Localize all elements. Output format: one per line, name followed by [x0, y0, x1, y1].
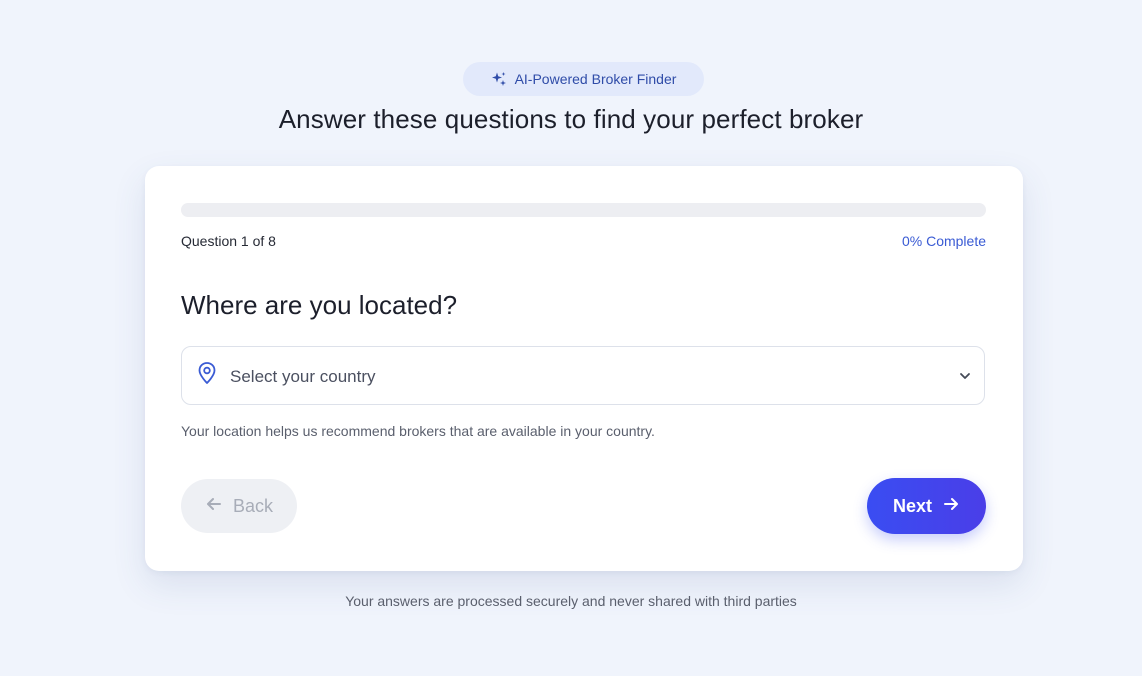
sparkles-icon — [491, 71, 507, 87]
arrow-left-icon — [205, 495, 223, 518]
help-text: Your location helps us recommend brokers… — [181, 423, 655, 439]
page-title: Answer these questions to find your perf… — [278, 104, 864, 134]
chevron-down-icon — [958, 369, 972, 388]
map-pin-icon — [196, 361, 218, 390]
arrow-right-icon — [942, 495, 960, 518]
question-counter: Question 1 of 8 — [181, 233, 276, 249]
back-button[interactable]: Back — [181, 479, 297, 533]
next-button-label: Next — [892, 495, 932, 516]
question-title: Where are you located? — [181, 290, 458, 320]
next-button[interactable]: Next — [867, 478, 986, 534]
country-select-placeholder: Select your country — [230, 367, 376, 386]
ai-badge: AI-Powered Broker Finder — [463, 62, 704, 96]
footer-note: Your answers are processed securely and … — [345, 593, 797, 609]
question-card: Question 1 of 8 0% Complete Where are yo… — [145, 166, 1023, 571]
progress-percent: 0% Complete — [901, 233, 986, 249]
back-button-label: Back — [232, 495, 274, 516]
badge-label: AI-Powered Broker Finder — [514, 71, 677, 87]
country-select[interactable]: Select your country — [181, 346, 985, 405]
progress-bar — [181, 203, 986, 217]
